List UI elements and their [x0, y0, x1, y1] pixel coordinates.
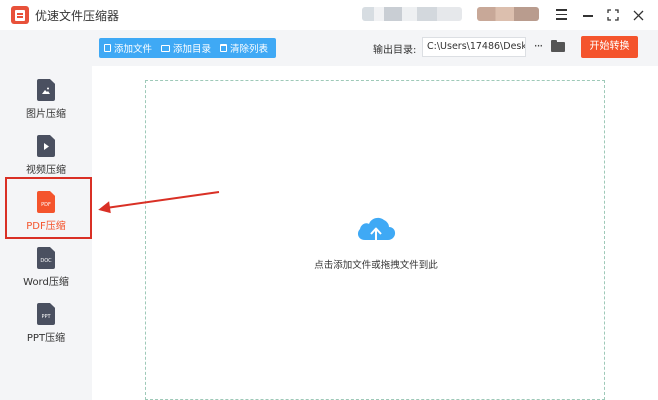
file-action-group: 添加文件 添加目录 清除列表	[99, 38, 277, 58]
image-doc-icon	[37, 79, 55, 101]
sidebar-item-label: 视频压缩	[26, 165, 66, 176]
more-options-button[interactable]: ···	[531, 37, 545, 57]
output-dir-field[interactable]: C:\Users\17486\Deskto	[422, 37, 526, 57]
start-convert-button[interactable]: 开始转换	[581, 36, 638, 58]
ppt-doc-icon: PPT	[37, 303, 55, 325]
menu-icon[interactable]	[552, 6, 570, 24]
open-folder-icon[interactable]	[551, 40, 565, 52]
toolbar: 添加文件 添加目录 清除列表 输出目录: C:\Users\17486\Desk…	[0, 30, 658, 66]
add-file-label: 添加文件	[114, 44, 153, 55]
app-title: 优速文件压缩器	[35, 9, 120, 23]
word-doc-icon: DOC	[37, 247, 55, 269]
minimize-icon[interactable]	[579, 6, 597, 24]
title-bar: 优速文件压缩器	[0, 0, 658, 30]
sidebar-item-word[interactable]: DOC Word压缩	[0, 247, 92, 305]
drop-hint-text: 点击添加文件或拖拽文件到此	[314, 260, 438, 271]
add-folder-button[interactable]: 添加目录	[161, 41, 211, 55]
annotation-highlight-box	[5, 177, 92, 239]
cloud-upload-icon[interactable]	[355, 214, 397, 248]
app-logo-icon	[11, 6, 29, 24]
add-file-button[interactable]: 添加文件	[104, 41, 152, 55]
app-window: 优速文件压缩器 添加文件 添加目录 清除列表 输出目录: C:\Users\17…	[0, 0, 658, 400]
sidebar-item-image[interactable]: 图片压缩	[0, 79, 92, 137]
add-folder-label: 添加目录	[173, 44, 212, 55]
trash-icon	[220, 44, 228, 52]
clear-list-button[interactable]: 清除列表	[220, 41, 268, 55]
blurred-user-info	[362, 7, 462, 21]
sidebar-item-label: PPT压缩	[26, 333, 66, 344]
sidebar-item-ppt[interactable]: PPT PPT压缩	[0, 303, 92, 361]
blurred-avatar	[477, 7, 539, 21]
folder-icon	[161, 44, 171, 52]
file-icon	[104, 44, 111, 52]
close-icon[interactable]	[629, 6, 647, 24]
video-doc-icon	[37, 135, 55, 157]
sidebar-item-label: 图片压缩	[26, 109, 66, 120]
fullscreen-icon[interactable]	[604, 6, 622, 24]
sidebar-item-label: Word压缩	[23, 277, 69, 288]
output-dir-label: 输出目录:	[373, 45, 417, 56]
clear-list-label: 清除列表	[230, 44, 269, 55]
